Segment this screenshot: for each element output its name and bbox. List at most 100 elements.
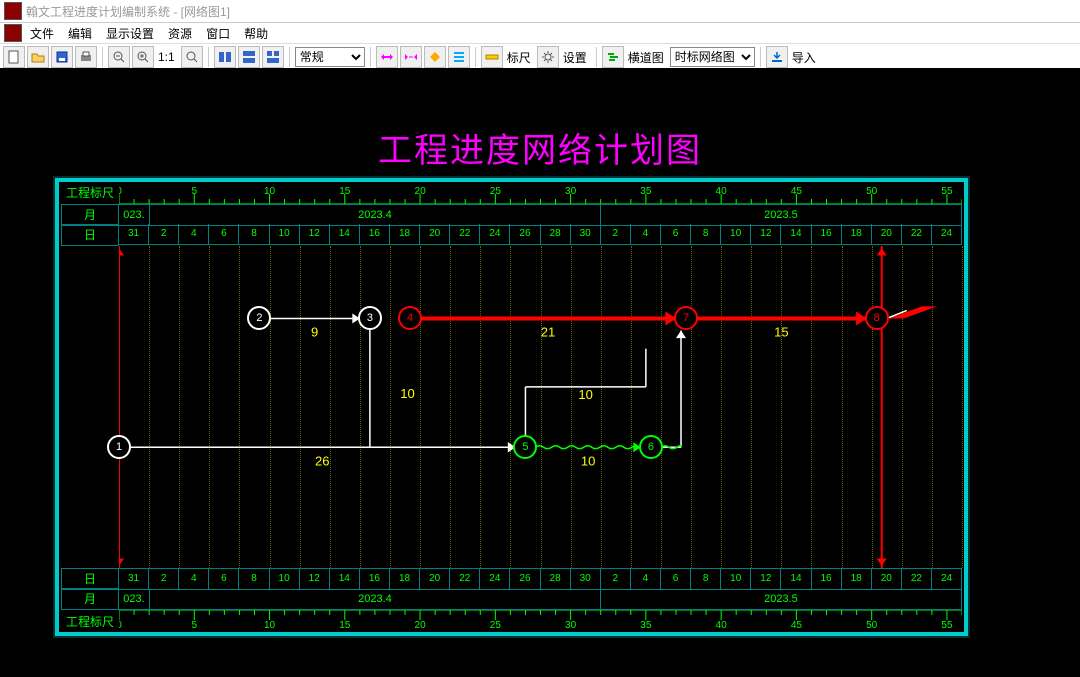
plot-area[interactable]: 269211510101012345678 <box>119 246 962 568</box>
day-cell: 22 <box>450 224 480 244</box>
day-cell: 28 <box>541 569 571 589</box>
node-8[interactable]: 8 <box>865 306 889 330</box>
save-icon[interactable] <box>51 46 73 68</box>
menu-file[interactable]: 文件 <box>30 25 54 42</box>
view-select[interactable]: 时标网络图 <box>670 47 755 67</box>
days-top: 3124681012141618202224262830246810121416… <box>119 224 962 245</box>
chart-title: 工程进度网络计划图 <box>0 123 1080 172</box>
ruler-label: 标尺 <box>507 49 531 66</box>
days-bot: 3124681012141618202224262830246810121416… <box>119 568 962 590</box>
bars-icon[interactable] <box>448 46 470 68</box>
svg-text:30: 30 <box>565 620 577 630</box>
day-cell: 16 <box>360 224 390 244</box>
import-icon[interactable] <box>766 46 788 68</box>
svg-text:55: 55 <box>941 186 953 197</box>
node-5[interactable]: 5 <box>513 435 537 459</box>
day-cell: 20 <box>420 224 450 244</box>
node-2[interactable]: 2 <box>247 306 271 330</box>
node-4[interactable]: 4 <box>398 306 422 330</box>
zoom-in-icon[interactable] <box>132 46 154 68</box>
toolbar: 1:1 常规 标尺 设置 横道图 时标网络图 导入 <box>0 43 1080 71</box>
node-3[interactable]: 3 <box>358 306 382 330</box>
svg-text:15: 15 <box>339 620 351 630</box>
separator <box>370 47 371 67</box>
menu-resource[interactable]: 资源 <box>168 25 192 42</box>
month-cell: 2023.5 <box>601 205 962 225</box>
svg-text:5: 5 <box>191 620 197 630</box>
separator <box>760 47 761 67</box>
day-label-top: 日 <box>61 224 119 246</box>
day-cell: 12 <box>751 569 781 589</box>
day-cell: 10 <box>270 224 300 244</box>
new-icon[interactable] <box>3 46 25 68</box>
menu-display[interactable]: 显示设置 <box>106 25 154 42</box>
day-cell: 22 <box>450 569 480 589</box>
zoom-fit-icon[interactable] <box>181 46 203 68</box>
layout2-icon[interactable] <box>238 46 260 68</box>
svg-text:40: 40 <box>716 620 728 630</box>
menu-window[interactable]: 窗口 <box>206 25 230 42</box>
month-label-top: 月 <box>61 204 119 226</box>
settings-icon[interactable] <box>537 46 559 68</box>
menu-bar: 文件 编辑 显示设置 资源 窗口 帮助 <box>0 23 1080 43</box>
svg-text:10: 10 <box>264 186 276 197</box>
diamond-icon[interactable] <box>424 46 446 68</box>
svg-text:10: 10 <box>581 453 595 468</box>
svg-text:50: 50 <box>866 186 878 197</box>
day-cell: 16 <box>812 569 842 589</box>
node-6[interactable]: 6 <box>639 435 663 459</box>
ruler-name-top: 工程标尺 <box>61 184 119 201</box>
menu-help[interactable]: 帮助 <box>244 25 268 42</box>
day-cell: 4 <box>179 224 209 244</box>
day-cell: 12 <box>300 224 330 244</box>
svg-text:45: 45 <box>791 186 803 197</box>
month-cell: 023. <box>119 205 150 225</box>
month-cell: 2023.5 <box>601 589 962 609</box>
day-cell: 18 <box>842 224 872 244</box>
canvas[interactable]: 工程进度网络计划图 工程标尺 0510152025303540455055 月 … <box>0 68 1080 677</box>
day-cell: 20 <box>420 569 450 589</box>
day-cell: 4 <box>631 569 661 589</box>
print-icon[interactable] <box>75 46 97 68</box>
svg-text:45: 45 <box>791 620 803 630</box>
svg-text:30: 30 <box>565 186 577 197</box>
months-top: 023.2023.42023.5 <box>119 204 962 226</box>
arrow-in-icon[interactable] <box>400 46 422 68</box>
day-cell: 24 <box>932 224 962 244</box>
day-cell: 12 <box>300 569 330 589</box>
day-cell: 6 <box>661 224 691 244</box>
zoom-11-label: 1:1 <box>158 50 175 64</box>
window-title: 翰文工程进度计划编制系统 - [网络图1] <box>26 3 230 20</box>
svg-text:5: 5 <box>191 186 197 197</box>
ruler-icon[interactable] <box>481 46 503 68</box>
svg-text:20: 20 <box>414 186 426 197</box>
day-cell: 14 <box>781 569 811 589</box>
day-cell: 18 <box>842 569 872 589</box>
menu-edit[interactable]: 编辑 <box>68 25 92 42</box>
layout3-icon[interactable] <box>262 46 284 68</box>
doc-icon <box>4 24 22 42</box>
separator <box>596 47 597 67</box>
separator <box>289 47 290 67</box>
day-cell: 4 <box>179 569 209 589</box>
node-1[interactable]: 1 <box>107 435 131 459</box>
day-cell: 10 <box>270 569 300 589</box>
day-cell: 22 <box>902 569 932 589</box>
gantt-icon[interactable] <box>602 46 624 68</box>
day-cell: 20 <box>872 224 902 244</box>
chart-frame: 工程标尺 0510152025303540455055 月 023.2023.4… <box>55 178 968 636</box>
style-select[interactable]: 常规 <box>295 47 365 67</box>
layout1-icon[interactable] <box>214 46 236 68</box>
svg-text:10: 10 <box>264 620 276 630</box>
node-7[interactable]: 7 <box>674 306 698 330</box>
zoom-out-icon[interactable] <box>108 46 130 68</box>
open-icon[interactable] <box>27 46 49 68</box>
day-cell: 26 <box>510 569 540 589</box>
svg-text:15: 15 <box>339 186 351 197</box>
arrow-lr-icon[interactable] <box>376 46 398 68</box>
day-cell: 2 <box>149 569 179 589</box>
day-cell: 30 <box>571 569 601 589</box>
day-cell: 24 <box>480 569 510 589</box>
svg-text:0: 0 <box>119 186 122 197</box>
separator <box>102 47 103 67</box>
